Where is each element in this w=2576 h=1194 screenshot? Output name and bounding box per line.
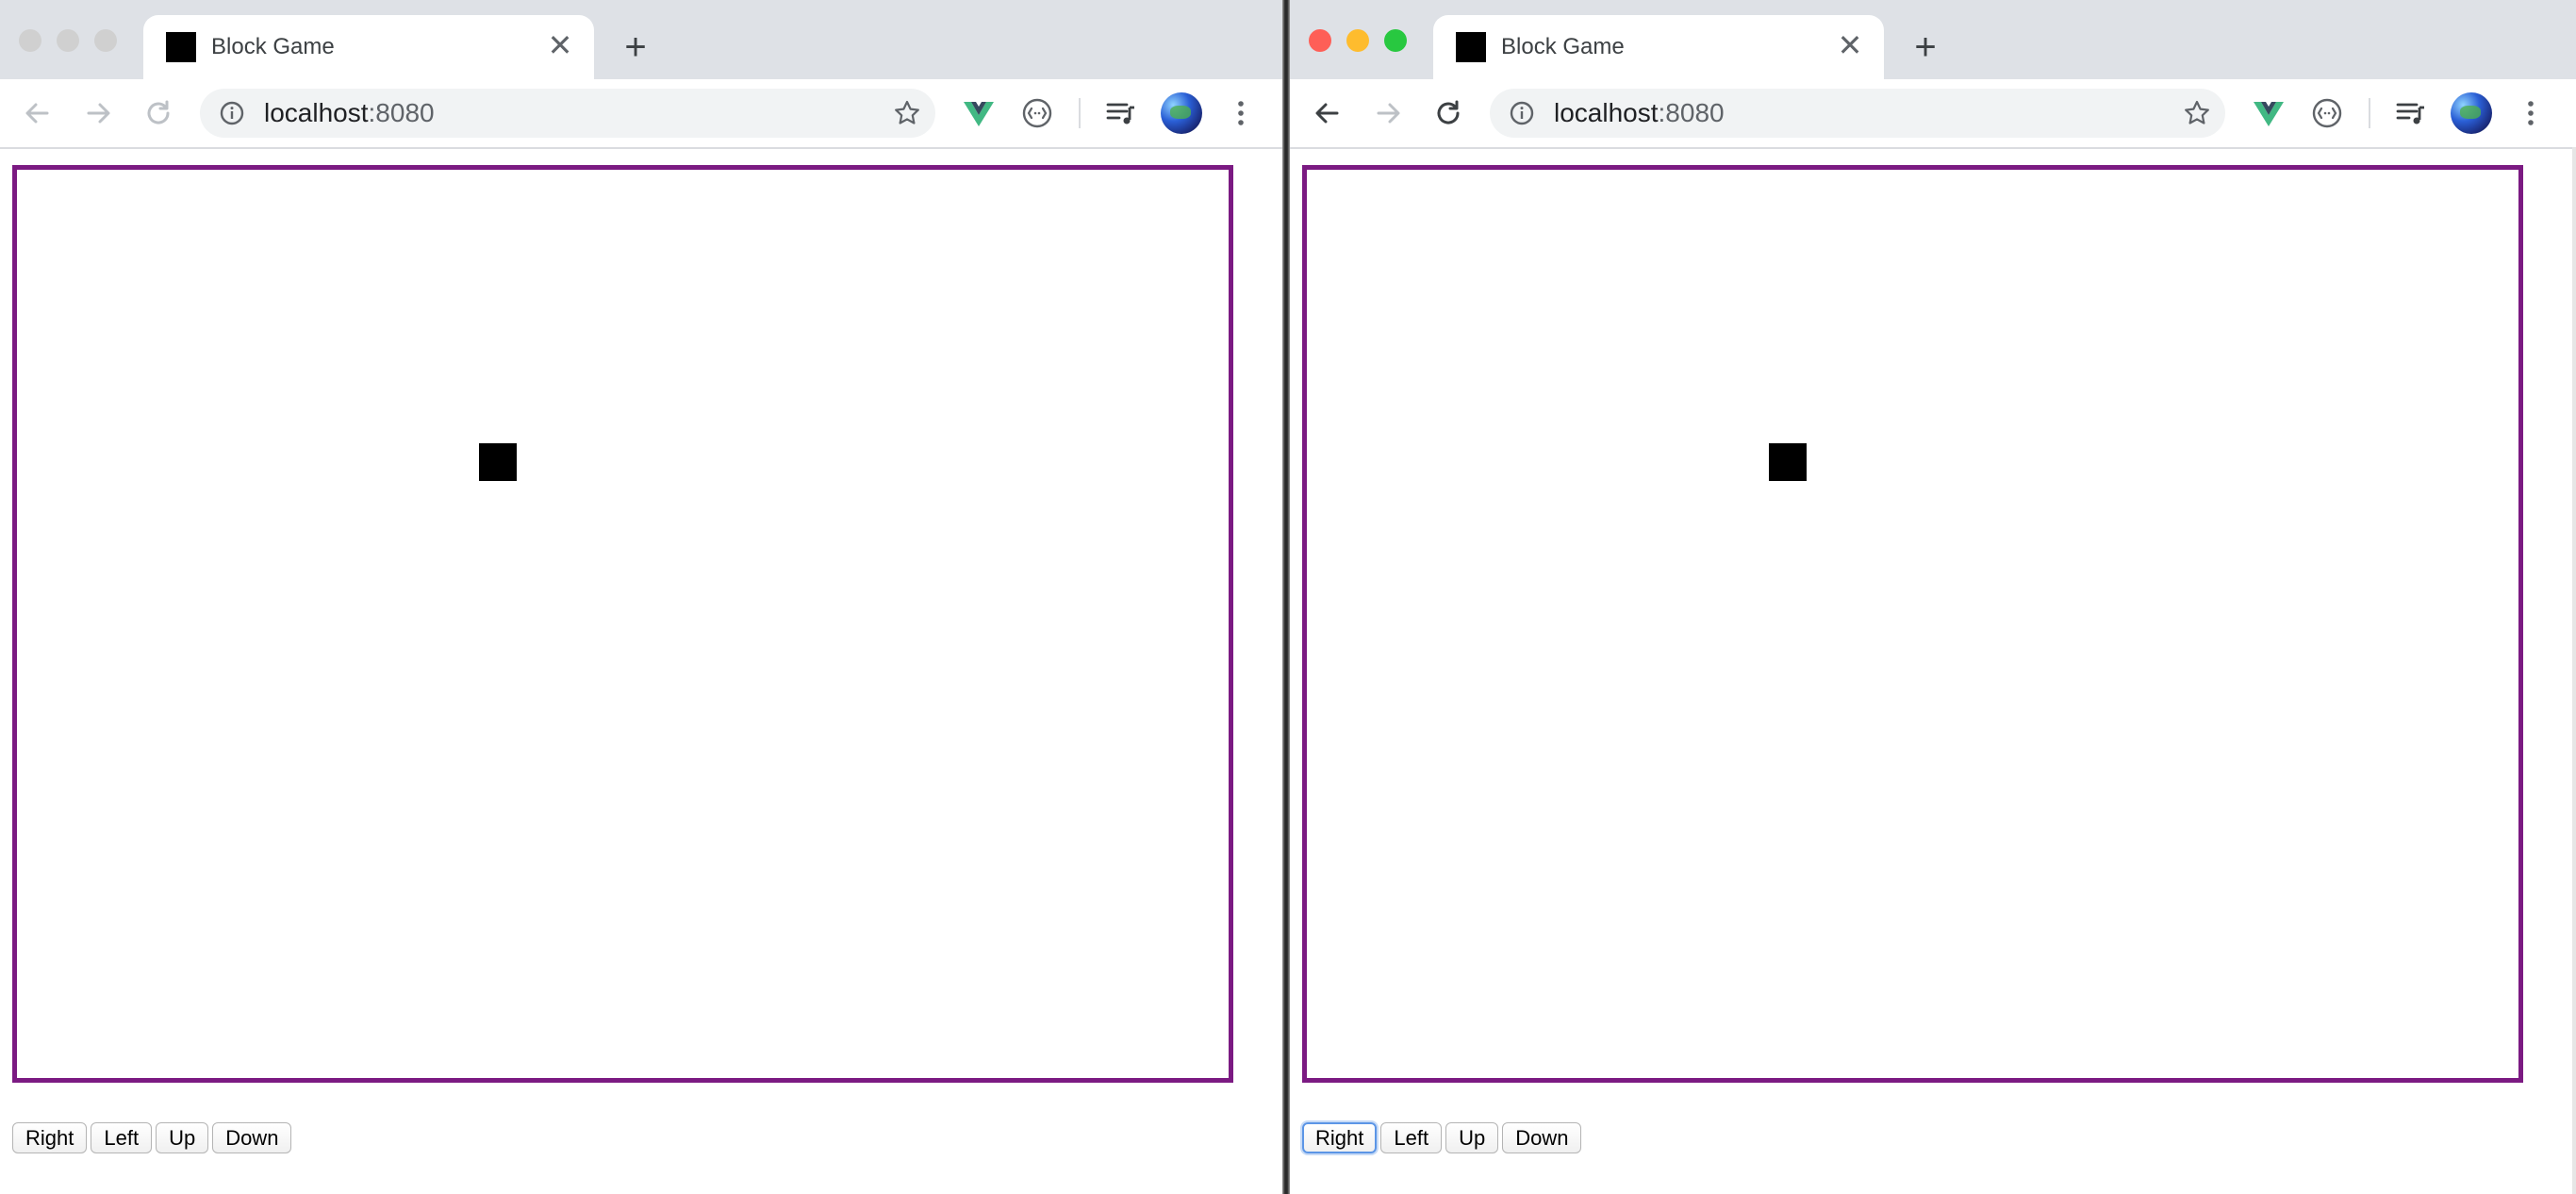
minimize-window-button[interactable] [57,29,79,52]
browser-toolbar: localhost:8080 [0,79,1282,149]
tab-close-icon[interactable]: ✕ [543,28,577,62]
left-button[interactable]: Left [91,1122,153,1153]
url-host: localhost [1554,98,1659,127]
control-buttons: Right Left Up Down [12,1122,292,1153]
down-button[interactable]: Down [212,1122,292,1153]
avatar[interactable] [2451,92,2492,134]
arrow-right-icon[interactable] [75,91,121,136]
maximize-window-button[interactable] [94,29,117,52]
extension-icon[interactable] [1016,92,1058,134]
new-tab-button[interactable]: + [613,26,658,72]
tab-title: Block Game [1501,34,1625,59]
close-window-button[interactable] [1309,29,1331,52]
media-queue-icon[interactable] [2389,92,2431,134]
down-button[interactable]: Down [1502,1122,1582,1153]
toolbar-separator [2369,98,2370,128]
media-queue-icon[interactable] [1099,92,1141,134]
right-button[interactable]: Right [12,1122,88,1153]
info-icon[interactable] [219,100,245,126]
game-block [1769,443,1807,481]
address-bar[interactable]: localhost:8080 [1490,89,2225,138]
arrow-right-icon[interactable] [1365,91,1411,136]
address-bar[interactable]: localhost:8080 [200,89,935,138]
browser-window-right: Block Game ✕ + localhost:8080 Right Left… [1290,0,2576,1194]
toolbar-separator [1079,98,1081,128]
reload-icon[interactable] [136,91,181,136]
game-canvas [12,165,1233,1083]
window-divider [1282,0,1290,1194]
avatar[interactable] [1161,92,1202,134]
kebab-menu-icon[interactable] [1220,92,1262,134]
tab-block-game[interactable]: Block Game ✕ [1433,15,1884,79]
vue-icon[interactable] [2248,92,2289,134]
favicon-icon [166,32,196,62]
extension-icon[interactable] [2306,92,2348,134]
tab-close-icon[interactable]: ✕ [1833,28,1867,62]
tab-block-game[interactable]: Block Game ✕ [143,15,594,79]
left-button[interactable]: Left [1380,1122,1443,1153]
star-icon[interactable] [892,98,922,128]
maximize-window-button[interactable] [1384,29,1407,52]
tab-strip: Block Game ✕ + [1290,0,2576,79]
game-block [479,443,517,481]
up-button[interactable]: Up [1445,1122,1499,1153]
info-icon[interactable] [1509,100,1535,126]
star-icon[interactable] [2182,98,2212,128]
new-tab-button[interactable]: + [1903,26,1948,72]
url-port: :8080 [368,98,435,127]
url-text: localhost:8080 [1554,97,1725,129]
tab-strip: Block Game ✕ + [0,0,1282,79]
close-window-button[interactable] [19,29,41,52]
browser-toolbar: localhost:8080 [1290,79,2576,149]
reload-icon[interactable] [1426,91,1471,136]
url-text: localhost:8080 [264,97,435,129]
arrow-left-icon[interactable] [15,91,60,136]
url-port: :8080 [1658,98,1725,127]
game-canvas [1302,165,2523,1083]
vue-icon[interactable] [958,92,999,134]
arrow-left-icon[interactable] [1305,91,1350,136]
minimize-window-button[interactable] [1346,29,1369,52]
browser-window-left: Block Game ✕ + localhost:8080 Right Left… [0,0,1282,1194]
kebab-menu-icon[interactable] [2510,92,2551,134]
url-host: localhost [264,98,369,127]
tab-title: Block Game [211,34,335,59]
favicon-icon [1456,32,1486,62]
window-edge [2572,147,2576,1194]
control-buttons: Right Left Up Down [1302,1122,1582,1153]
up-button[interactable]: Up [156,1122,209,1153]
right-button[interactable]: Right [1302,1122,1378,1153]
